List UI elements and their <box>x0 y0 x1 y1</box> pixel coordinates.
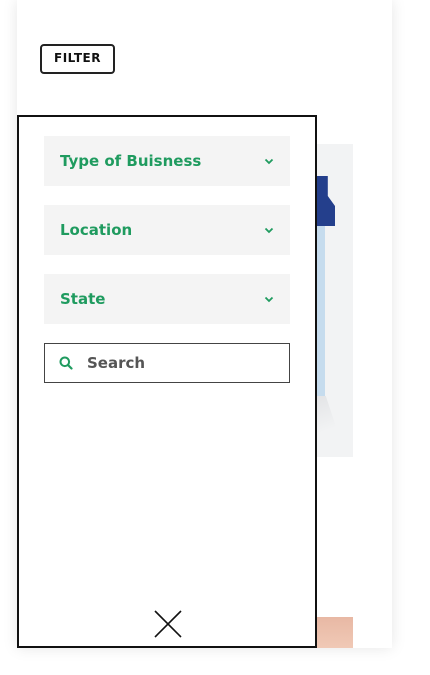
dropdown-label: Type of Buisness <box>60 152 202 170</box>
chevron-down-icon <box>264 157 274 165</box>
dropdown-label: Location <box>60 221 133 239</box>
close-icon[interactable] <box>153 609 183 639</box>
search-icon <box>45 356 87 370</box>
chevron-down-icon <box>264 295 274 303</box>
background-image <box>317 144 353 457</box>
filter-button[interactable]: FILTER <box>40 44 115 74</box>
filter-panel: Type of Buisness Location State <box>17 115 317 648</box>
search-input[interactable] <box>87 354 267 372</box>
background-image-shape <box>317 176 335 226</box>
state-dropdown[interactable]: State <box>44 274 290 324</box>
background-image <box>317 617 353 648</box>
chevron-down-icon <box>264 226 274 234</box>
background-image-shape <box>317 396 339 436</box>
dropdown-label: State <box>60 290 106 308</box>
background-image-shape <box>317 226 325 396</box>
location-dropdown[interactable]: Location <box>44 205 290 255</box>
type-of-business-dropdown[interactable]: Type of Buisness <box>44 136 290 186</box>
search-field[interactable] <box>44 343 290 383</box>
